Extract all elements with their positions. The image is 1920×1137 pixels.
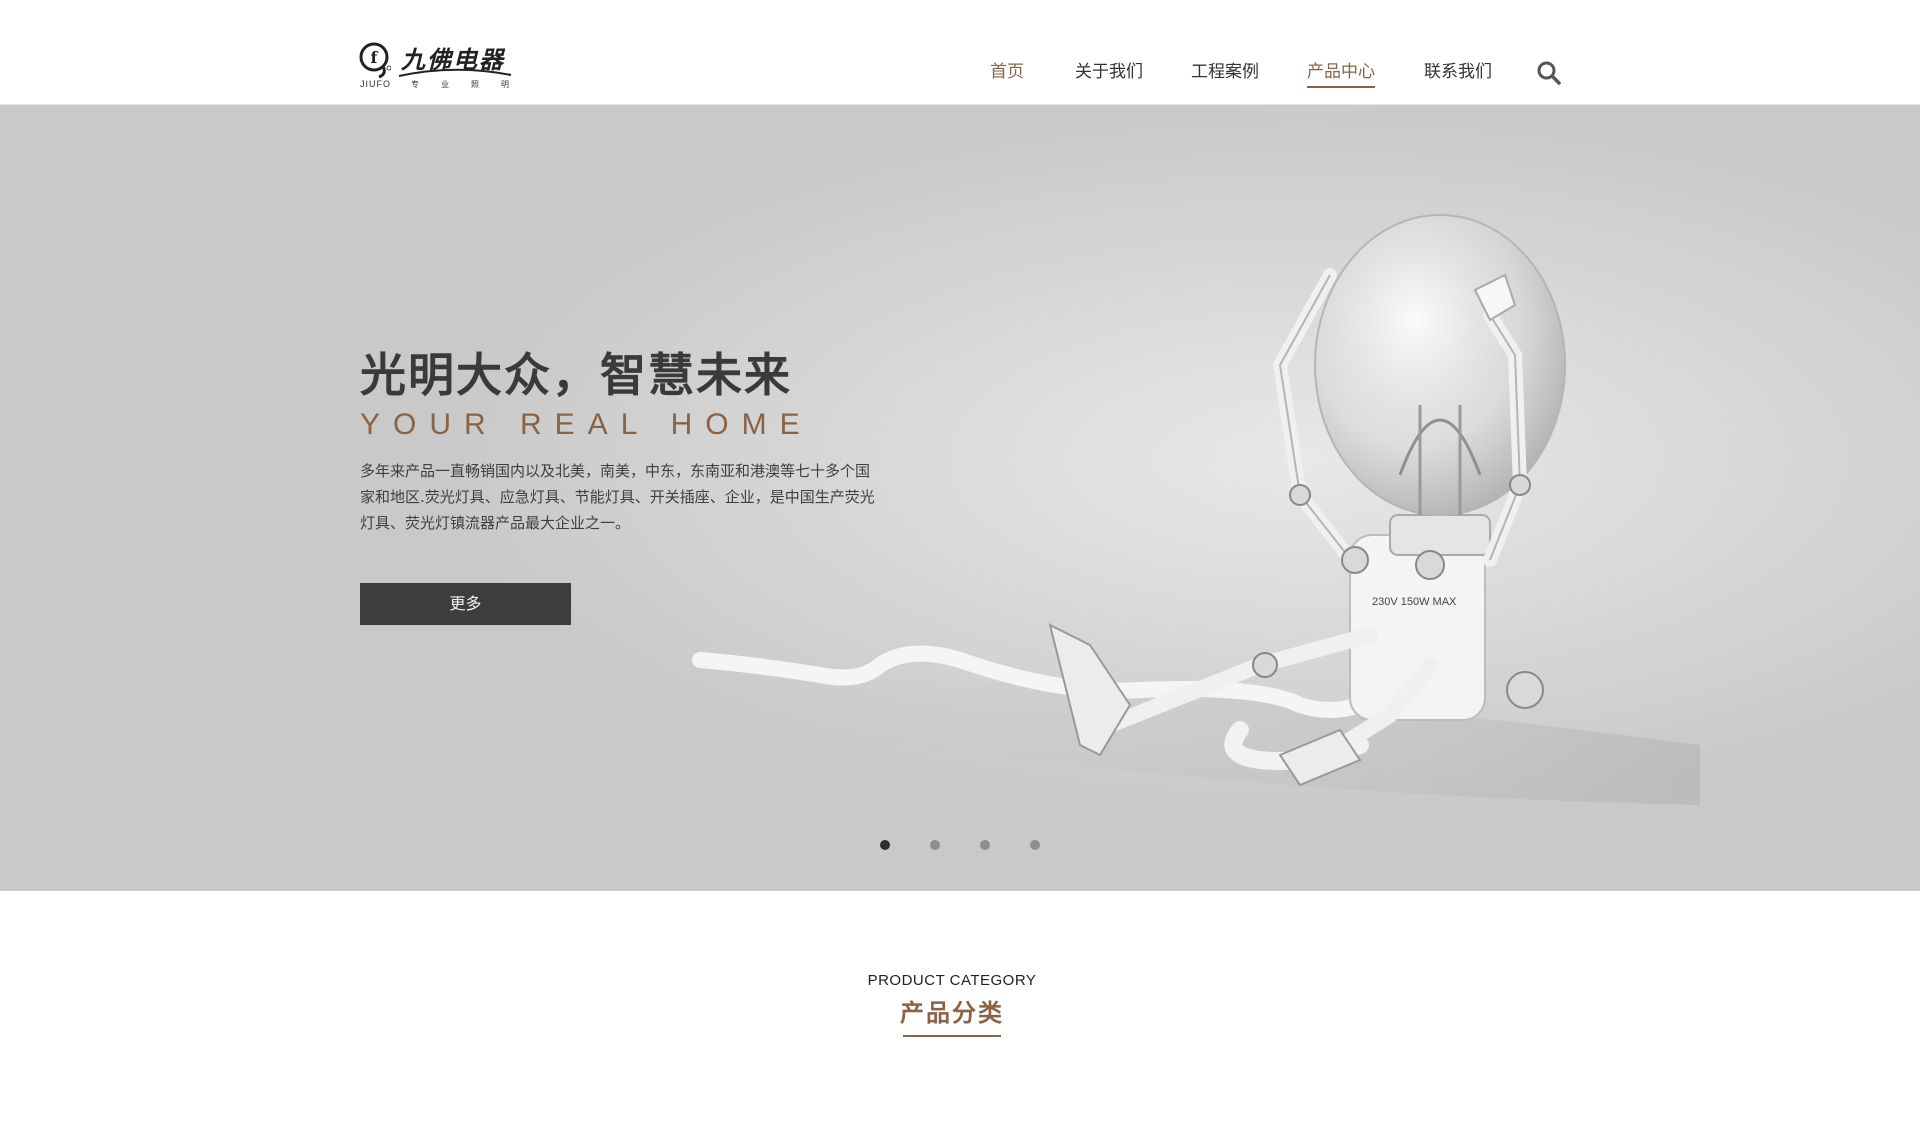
banner-lightbulb-robot-image: 230V 150W MAX (0, 105, 1920, 891)
product-category-title-en: PRODUCT CATEGORY (867, 972, 1037, 989)
nav-item-home[interactable]: 首页 (990, 58, 1024, 86)
slider-dot-4[interactable] (1030, 840, 1040, 850)
slider-dot-2[interactable] (930, 840, 940, 850)
slider-dot-1[interactable] (880, 840, 890, 850)
logo-tagline: 专业照明 (411, 80, 531, 89)
logo[interactable]: f 九佛电器 JIUFO 专业照明 (359, 40, 514, 92)
hero-subtitle: YOUR REAL HOME (360, 408, 813, 441)
product-category-underline (903, 1035, 1001, 1037)
hero-description: 多年来产品一直畅销国内以及北美，南美，中东，东南亚和港澳等七十多个国家和地区.荧… (360, 462, 875, 532)
hero-banner: 230V 150W MAX 光明大众，智慧未来 YOUR REAL HOME 多… (0, 105, 1920, 891)
svg-text:f: f (371, 48, 379, 67)
logo-english-name: JIUFO (360, 79, 391, 89)
product-category-title-cn: 产品分类 (900, 999, 1004, 1027)
nav-item-products[interactable]: 产品中心 (1307, 58, 1375, 88)
nav-item-cases[interactable]: 工程案例 (1191, 58, 1259, 86)
slider-dots (0, 840, 1920, 852)
more-button[interactable]: 更多 (360, 583, 571, 625)
logo-swoosh (398, 68, 512, 77)
nav-item-contact[interactable]: 联系我们 (1424, 58, 1492, 86)
logo-emblem-icon: f (359, 42, 391, 78)
bulb-base-label: 230V 150W MAX (1372, 596, 1457, 608)
hero-title: 光明大众，智慧未来 (360, 348, 792, 402)
nav-item-about[interactable]: 关于我们 (1075, 58, 1143, 86)
slider-dot-3[interactable] (980, 840, 990, 850)
site-header: f 九佛电器 JIUFO 专业照明 首页 关于我们 工程案例 产品中心 联系我们 (0, 0, 1920, 105)
search-icon[interactable] (1536, 60, 1562, 86)
